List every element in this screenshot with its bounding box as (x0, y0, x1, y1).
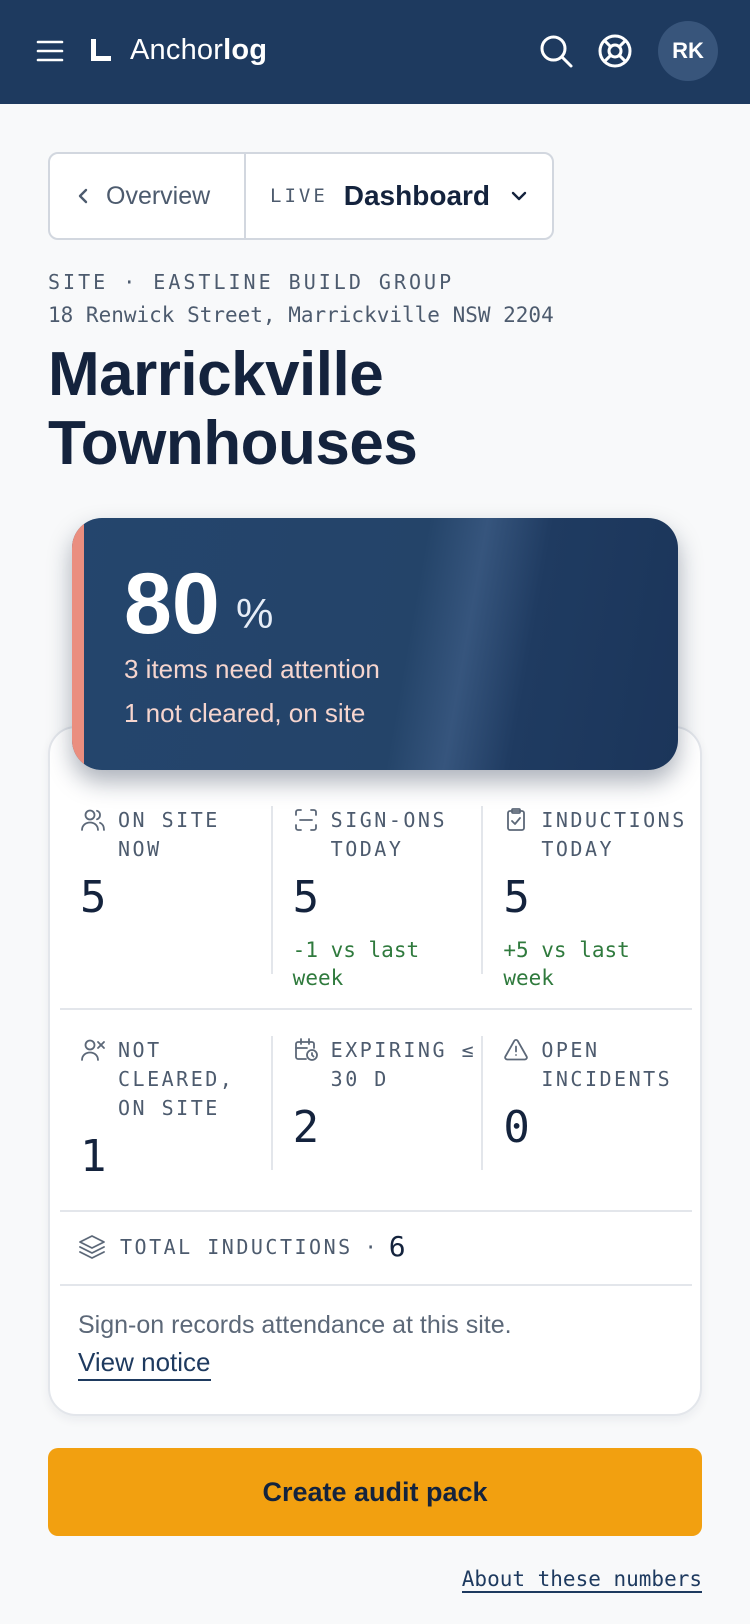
about-these-numbers-link[interactable]: About these numbers (461, 1567, 702, 1593)
stat-label: SIGN-ONS TODAY (330, 808, 447, 861)
attention-summary: 3 items need attention (124, 654, 380, 684)
scan-icon (294, 809, 317, 831)
calendar-clock-icon (294, 1038, 318, 1061)
live-badge: LIVE (270, 185, 328, 207)
help-lifebuoy-icon[interactable] (597, 33, 633, 69)
clipboard-check-icon (507, 808, 526, 831)
stat-value: 5 (292, 872, 320, 923)
chevron-down-icon (511, 191, 527, 201)
total-value: 6 (388, 1230, 406, 1263)
logo-icon (91, 39, 111, 61)
stat-value: 5 (80, 872, 107, 923)
stats-row-risk: NOT CLEARED, ON SITE 1 EXPIRING ≤ 30 D 2… (60, 1036, 692, 1182)
users-icon (81, 809, 105, 831)
stats-divider (60, 1008, 692, 1010)
view-notice-link[interactable]: View notice (78, 1347, 211, 1381)
not-cleared-summary: 1 not cleared, on site (124, 698, 366, 728)
menu-icon[interactable] (36, 37, 64, 65)
stat-expiring[interactable]: EXPIRING ≤ 30 D 2 (270, 1036, 482, 1170)
stat-inductions-today[interactable]: INDUCTIONS TODAY 5 +5 vs last week (481, 806, 692, 990)
back-to-overview-button[interactable]: Overview (50, 154, 246, 238)
current-view-label: Dashboard (343, 180, 491, 211)
score-value: 80 (124, 556, 220, 652)
site-tag: SITE · EASTLINE BUILD GROUP (48, 270, 455, 294)
stat-delta: +5 vs last week (503, 938, 630, 990)
site-address: 18 Renwick Street, Marrickville NSW 2204 (48, 303, 554, 327)
dashboard-dropdown[interactable]: LIVE Dashboard (246, 154, 552, 238)
layers-icon (79, 1234, 105, 1259)
top-app-bar: Anchorlog RK (0, 0, 750, 104)
back-label: Overview (106, 181, 211, 210)
compliance-score-card[interactable]: 80 % 3 items need attention 1 not cleare… (72, 518, 678, 770)
stat-value: 1 (80, 1131, 107, 1182)
total-separator: · (364, 1234, 377, 1259)
stat-label: ON SITE NOW (118, 808, 220, 861)
user-x-icon (81, 1039, 105, 1061)
stat-delta: -1 vs last week (292, 938, 420, 990)
stat-open-incidents[interactable]: OPEN INCIDENTS 0 (481, 1036, 692, 1170)
stat-not-cleared[interactable]: NOT CLEARED, ON SITE 1 (60, 1036, 271, 1182)
create-audit-pack-button[interactable]: Create audit pack (48, 1448, 702, 1536)
search-icon[interactable] (538, 33, 574, 69)
page-title: Marrickville Townhouses (48, 340, 418, 478)
brand-name: Anchorlog (130, 34, 268, 66)
total-label: TOTAL INDUCTIONS (120, 1234, 353, 1259)
stat-label: EXPIRING ≤ 30 D (330, 1038, 477, 1091)
notice-text: Sign-on records attendance at this site. (78, 1311, 512, 1339)
stats-row-today: ON SITE NOW 5 SIGN-ONS TODAY 5 -1 vs las… (60, 806, 692, 990)
score-accent-bar (72, 518, 84, 770)
stat-label: INDUCTIONS TODAY (541, 808, 687, 861)
chevron-left-icon (78, 188, 88, 204)
stat-value: 5 (503, 872, 530, 923)
view-switcher: Overview LIVE Dashboard (48, 152, 554, 240)
stats-divider (60, 1210, 692, 1212)
stat-value: 2 (292, 1102, 320, 1153)
stats-card: ON SITE NOW 5 SIGN-ONS TODAY 5 -1 vs las… (48, 726, 702, 1416)
stat-label: NOT CLEARED, ON SITE (118, 1038, 235, 1120)
alert-triangle-icon (504, 1038, 529, 1061)
score-unit: % (236, 590, 274, 637)
stats-divider (60, 1284, 692, 1286)
stat-on-site-now[interactable]: ON SITE NOW 5 (60, 806, 271, 974)
stat-value: 0 (503, 1102, 530, 1153)
stat-sign-ons-today[interactable]: SIGN-ONS TODAY 5 -1 vs last week (270, 806, 482, 990)
stat-label: OPEN INCIDENTS (541, 1038, 673, 1091)
user-avatar[interactable]: RK (658, 21, 718, 81)
total-inductions: TOTAL INDUCTIONS · 6 (78, 1230, 406, 1263)
